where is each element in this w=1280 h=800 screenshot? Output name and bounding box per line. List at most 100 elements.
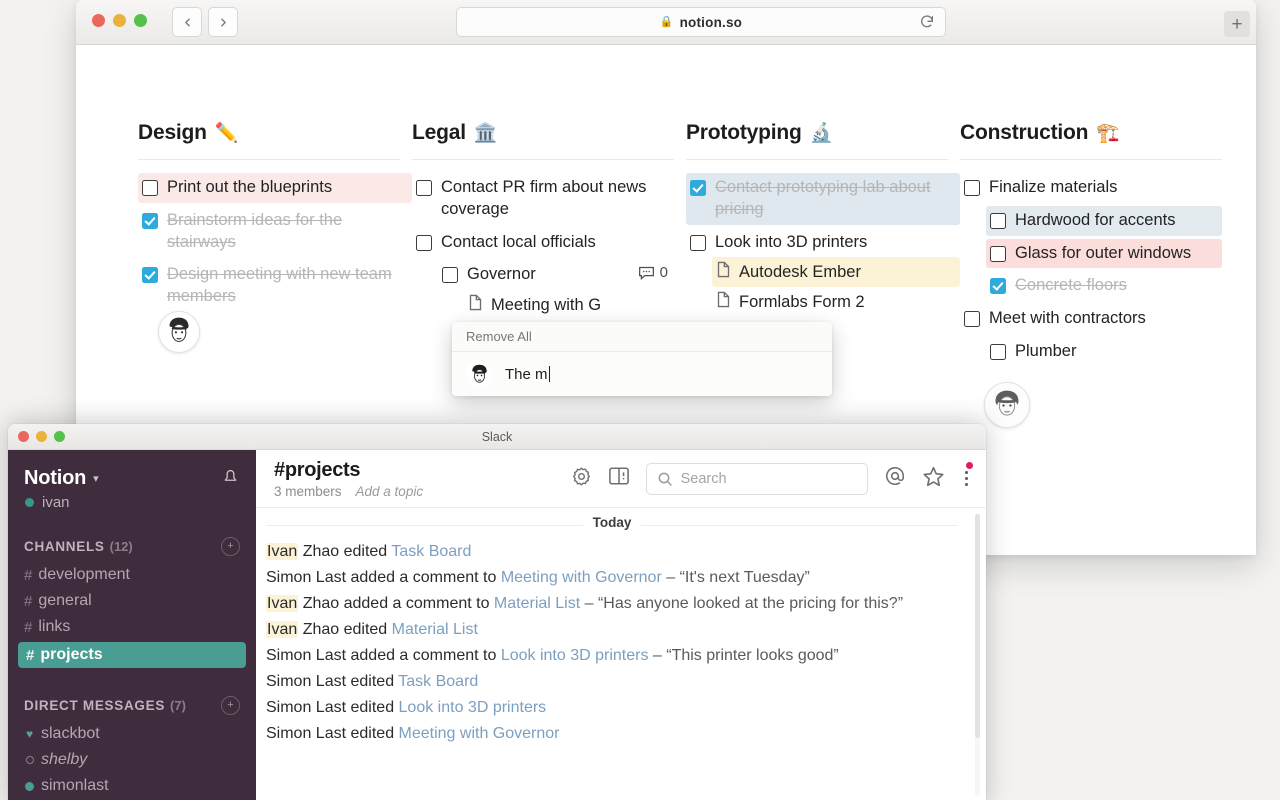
- star-icon[interactable]: [922, 465, 945, 493]
- task-label: Finalize materials: [989, 178, 1118, 196]
- message-link[interactable]: Task Board: [391, 543, 471, 560]
- channel-label: links: [38, 618, 71, 635]
- column-divider: [412, 159, 674, 160]
- add-channel-button[interactable]: +: [221, 537, 240, 556]
- avatar[interactable]: [984, 382, 1030, 428]
- notification-bell-icon: [224, 470, 237, 481]
- task-checkbox[interactable]: [690, 234, 706, 251]
- task-checkbox[interactable]: [142, 180, 158, 196]
- comment-count-badge[interactable]: 0: [638, 264, 670, 281]
- minimize-window-button[interactable]: [113, 14, 126, 27]
- sidebar-channel-general[interactable]: # general: [8, 588, 256, 614]
- task-checkbox[interactable]: [690, 180, 706, 196]
- message-link[interactable]: Meeting with Governor: [399, 725, 560, 742]
- task-checkbox[interactable]: [964, 180, 980, 196]
- split-panel-icon[interactable]: [608, 466, 630, 491]
- doc-row[interactable]: Autodesk Ember: [712, 257, 960, 288]
- task-checkbox[interactable]: [142, 212, 158, 229]
- message-link[interactable]: Look into 3D printers: [501, 647, 649, 664]
- current-user[interactable]: ivan: [8, 490, 256, 511]
- message-link[interactable]: Look into 3D printers: [399, 699, 547, 716]
- task-row[interactable]: Contact local officials: [412, 228, 686, 258]
- presence-online-icon: [25, 781, 34, 791]
- task-checkbox[interactable]: [990, 278, 1006, 295]
- message-row: Simon Last added a comment to Look into …: [266, 642, 958, 668]
- task-checkbox[interactable]: [442, 267, 458, 284]
- task-checkbox[interactable]: [964, 311, 980, 328]
- channel-name: #projects: [274, 458, 361, 481]
- task-checkbox[interactable]: [990, 245, 1006, 262]
- member-count[interactable]: 3 members: [274, 484, 342, 499]
- navigation-buttons[interactable]: [172, 7, 238, 37]
- task-row[interactable]: Plumber: [986, 337, 1234, 367]
- task-label: Hardwood for accents: [1015, 210, 1176, 229]
- window-traffic-lights[interactable]: [18, 431, 65, 442]
- comment-popup[interactable]: Remove All The m: [452, 322, 832, 396]
- actor-name: Simon Last: [266, 724, 347, 742]
- close-window-button[interactable]: [92, 14, 105, 27]
- back-button[interactable]: [172, 7, 202, 37]
- column-header: Design ✏️: [138, 121, 412, 159]
- channel-label: projects: [40, 646, 103, 663]
- close-window-button[interactable]: [18, 431, 29, 442]
- channel-meta: 3 members Add a topic: [274, 484, 423, 499]
- task-row[interactable]: Hardwood for accents: [986, 205, 1222, 236]
- slack-body: Notion ▾ ivan CHANNELS (12) + # developm…: [8, 450, 986, 800]
- sidebar-channel-links[interactable]: # links: [8, 614, 256, 640]
- message-scrollbar[interactable]: [975, 514, 980, 796]
- sidebar-channel-development[interactable]: # development: [8, 562, 256, 588]
- address-bar[interactable]: 🔒 notion.so: [456, 7, 946, 37]
- maximize-window-button[interactable]: [134, 14, 147, 27]
- at-mention-icon[interactable]: [884, 465, 906, 492]
- task-checkbox[interactable]: [416, 234, 432, 251]
- sidebar-dm-simonlast[interactable]: simonlast: [8, 773, 256, 799]
- sidebar-channel-projects[interactable]: # projects: [18, 642, 246, 668]
- reload-button[interactable]: [919, 14, 935, 35]
- message-link[interactable]: Material List: [494, 595, 580, 612]
- message-text: Zhao edited: [298, 620, 392, 638]
- task-row[interactable]: Contact PR firm about news coverage: [412, 173, 686, 225]
- doc-row[interactable]: Meeting with G: [464, 290, 686, 320]
- forward-button[interactable]: [208, 7, 238, 37]
- slack-sidebar: Notion ▾ ivan CHANNELS (12) + # developm…: [8, 450, 256, 800]
- search-input[interactable]: Search: [645, 462, 868, 495]
- gear-icon[interactable]: [571, 466, 592, 492]
- task-row[interactable]: Governor 0: [438, 260, 676, 290]
- task-row[interactable]: Concrete floors: [986, 271, 1234, 301]
- message-link[interactable]: Task Board: [398, 673, 478, 690]
- new-tab-button[interactable]: +: [1224, 11, 1250, 37]
- message-link[interactable]: Meeting with Governor: [501, 569, 662, 586]
- task-checkbox[interactable]: [990, 212, 1006, 229]
- scrollbar-thumb[interactable]: [975, 514, 980, 738]
- window-traffic-lights[interactable]: [92, 14, 147, 27]
- remove-all-button[interactable]: Remove All: [466, 329, 532, 344]
- task-row[interactable]: Look into 3D printers: [686, 228, 960, 258]
- task-row[interactable]: Brainstorm ideas for the stairways: [138, 206, 412, 258]
- task-row[interactable]: Contact prototyping lab about pricing: [686, 173, 960, 225]
- message-text: added a comment to: [346, 568, 501, 586]
- workspace-switcher[interactable]: Notion ▾: [8, 466, 256, 490]
- task-checkbox[interactable]: [416, 180, 432, 196]
- add-dm-button[interactable]: +: [221, 696, 240, 715]
- popup-comment-composer[interactable]: The m: [452, 351, 832, 396]
- task-row[interactable]: Design meeting with new team members: [138, 260, 412, 312]
- screen: 🔒 notion.so + Design ✏️ Print out the bl…: [0, 0, 1280, 800]
- comment-input[interactable]: The m: [505, 366, 550, 383]
- avatar[interactable]: [158, 311, 200, 353]
- kebab-menu-icon[interactable]: [961, 461, 973, 487]
- task-checkbox[interactable]: [990, 343, 1006, 360]
- doc-row[interactable]: Formlabs Form 2: [712, 287, 960, 317]
- maximize-window-button[interactable]: [54, 431, 65, 442]
- task-row[interactable]: Finalize materials: [960, 173, 1234, 203]
- add-topic-link[interactable]: Add a topic: [356, 484, 424, 499]
- sidebar-dm-slackbot[interactable]: ♥ slackbot: [8, 721, 256, 747]
- task-row[interactable]: Print out the blueprints: [138, 173, 412, 203]
- message-link[interactable]: Material List: [392, 621, 478, 638]
- task-row[interactable]: Glass for outer windows: [986, 238, 1222, 269]
- task-row[interactable]: Meet with contractors: [960, 304, 1234, 334]
- sidebar-dm-shelby[interactable]: shelby: [8, 747, 256, 773]
- minimize-window-button[interactable]: [36, 431, 47, 442]
- task-checkbox[interactable]: [142, 267, 158, 284]
- kebab-dot: [964, 482, 968, 487]
- bell-icon[interactable]: [221, 466, 240, 490]
